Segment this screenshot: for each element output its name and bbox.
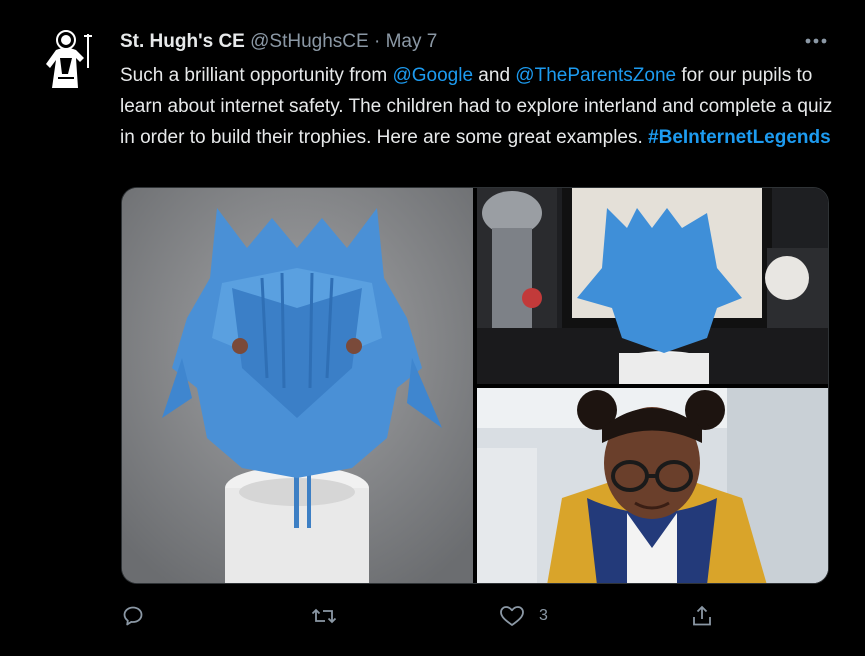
- tweet-text-part: and: [473, 65, 516, 86]
- tweet-text: Such a brilliant opportunity from @Googl…: [120, 60, 840, 153]
- hashtag-link[interactable]: #BeInternetLegends: [648, 127, 831, 148]
- separator-dot: ·: [373, 31, 381, 52]
- like-button[interactable]: 3: [499, 598, 548, 634]
- share-button[interactable]: [690, 598, 714, 634]
- like-icon: [500, 606, 524, 626]
- reply-icon: [123, 606, 143, 626]
- media-image-trophy-desk[interactable]: [477, 188, 828, 384]
- author-handle[interactable]: @StHughsCE: [250, 31, 369, 52]
- tweet-actions: 3: [0, 598, 865, 634]
- like-count: 3: [539, 607, 548, 624]
- reply-button[interactable]: [121, 598, 145, 634]
- saint-figure-logo-icon: [46, 30, 92, 88]
- tweet-text-part: Such a brilliant opportunity from: [120, 65, 393, 86]
- more-dots-icon: [805, 38, 827, 44]
- media-grid: [121, 187, 829, 584]
- avatar[interactable]: [40, 28, 100, 92]
- tweet-header: St. Hugh's CE @StHughsCE · May 7: [120, 29, 437, 55]
- share-icon: [693, 605, 711, 626]
- more-options-button[interactable]: [800, 28, 832, 54]
- mention-theparentszone[interactable]: @TheParentsZone: [515, 65, 676, 86]
- retweet-button[interactable]: [311, 598, 337, 634]
- media-image-trophy-closeup[interactable]: [122, 188, 473, 583]
- mention-google[interactable]: @Google: [392, 65, 473, 86]
- tweet-date[interactable]: May 7: [386, 31, 438, 52]
- retweet-icon: [311, 608, 337, 624]
- author-name[interactable]: St. Hugh's CE: [120, 31, 245, 52]
- media-image-pupil[interactable]: [477, 388, 828, 583]
